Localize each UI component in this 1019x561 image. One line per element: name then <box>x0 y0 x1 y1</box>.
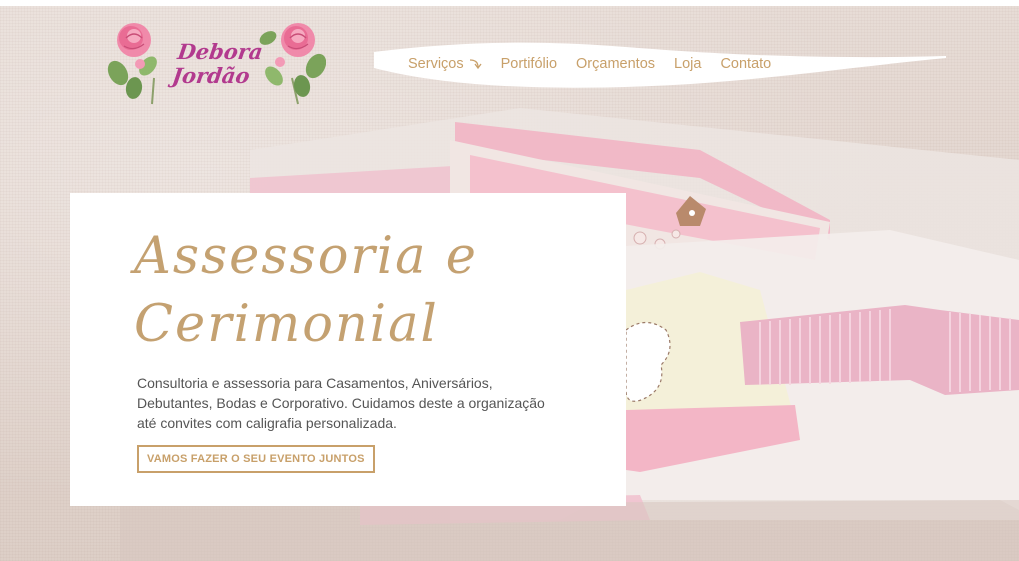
hero-title-line1: Assessoria e <box>134 227 478 286</box>
hero-title-line2: Cerimonial <box>134 295 439 354</box>
nav-item-contato[interactable]: Contato <box>720 56 771 72</box>
brand-logo[interactable]: Debora Jordão <box>104 18 327 108</box>
brand-name-line1: Debora <box>176 39 265 64</box>
brand-name-line2: Jordão <box>170 63 252 88</box>
nav-spacer <box>482 56 501 72</box>
dropdown-arrow-icon <box>469 59 482 70</box>
nav-spacer <box>557 56 576 72</box>
nav-spacer <box>701 56 720 72</box>
nav-spacer <box>655 56 674 72</box>
cta-button[interactable]: VAMOS FAZER O SEU EVENTO JUNTOS <box>137 445 375 473</box>
hero-title: Assessoria e Cerimonial <box>134 223 594 359</box>
nav-item-portifolio[interactable]: Portifólio <box>501 56 557 72</box>
brand-name: Debora Jordão <box>170 39 265 88</box>
nav-item-orcamentos[interactable]: Orçamentos <box>576 56 655 72</box>
hero-card: Assessoria e Cerimonial Consultoria e as… <box>70 193 626 506</box>
nav-item-label: Serviços <box>408 56 464 72</box>
nav-item-servicos[interactable]: Serviços <box>408 56 482 72</box>
nav-item-loja[interactable]: Loja <box>674 56 701 72</box>
main-nav: Serviços Portifólio Orçamentos Loja Cont… <box>408 56 771 72</box>
hero-description: Consultoria e assessoria para Casamentos… <box>137 375 545 431</box>
page: Debora Jordão Serviços Portifólio Orçame… <box>0 0 1019 561</box>
